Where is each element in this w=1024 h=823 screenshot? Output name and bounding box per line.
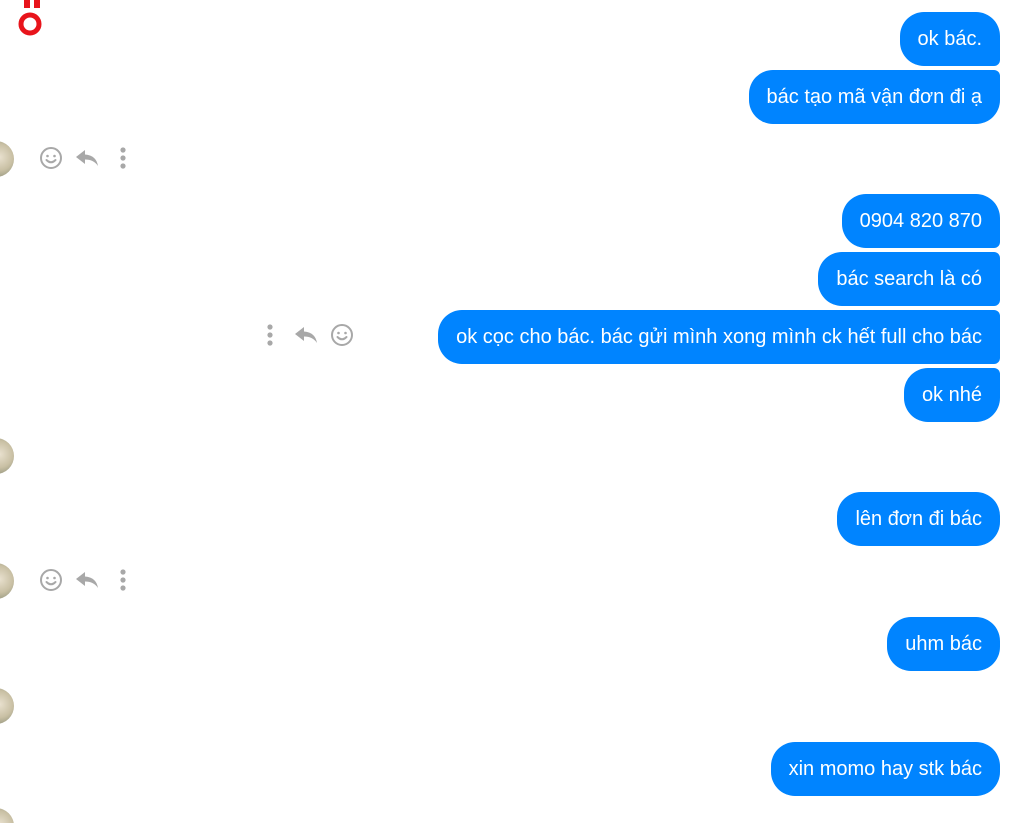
message-bubble[interactable]: ok nhé [903,368,1000,422]
contact-avatar[interactable] [0,688,14,724]
more-vertical-icon[interactable] [110,145,136,171]
chat-canvas: ok bác. bác tạo mã vận đơn đi ạ 0904 820… [0,0,1024,823]
logo-icon [18,0,42,36]
smiley-icon[interactable] [38,145,64,171]
message-actions [38,567,136,593]
message-bubble[interactable]: bác search là có [818,252,1000,306]
more-vertical-icon[interactable] [257,322,283,348]
message-bubble[interactable]: ok bác. [899,12,1000,66]
message-bubble[interactable]: uhm bác [887,617,1000,671]
smiley-icon[interactable] [38,567,64,593]
contact-avatar[interactable] [0,808,14,823]
message-actions [38,145,136,171]
contact-avatar[interactable] [0,438,14,474]
message-bubble[interactable]: xin momo hay stk bác [770,742,1000,796]
message-bubble[interactable]: lên đơn đi bác [837,492,1000,546]
smiley-icon[interactable] [329,322,355,348]
message-actions [257,322,355,348]
reply-icon[interactable] [74,567,100,593]
message-bubble[interactable]: 0904 820 870 [841,194,1000,248]
reply-icon[interactable] [74,145,100,171]
contact-avatar[interactable] [0,141,14,177]
contact-avatar[interactable] [0,563,14,599]
more-vertical-icon[interactable] [110,567,136,593]
message-bubble[interactable]: bác tạo mã vận đơn đi ạ [748,70,1000,124]
reply-icon[interactable] [293,322,319,348]
message-bubble[interactable]: ok cọc cho bác. bác gửi mình xong mình c… [438,310,1000,364]
